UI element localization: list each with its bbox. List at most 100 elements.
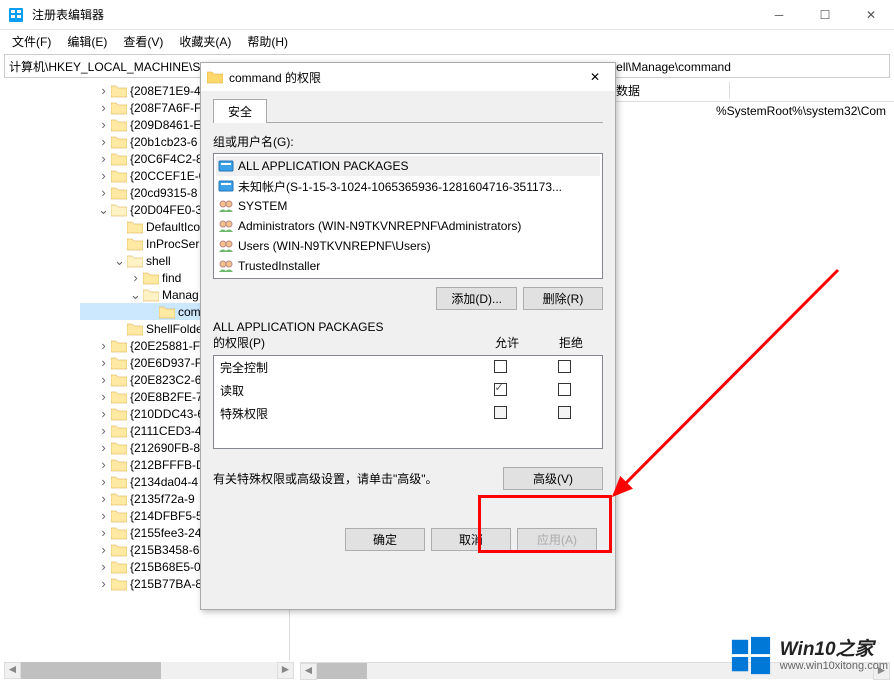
- user-list-item[interactable]: TrustedInstaller: [216, 256, 600, 276]
- close-button[interactable]: ✕: [848, 0, 894, 30]
- allow-checkbox[interactable]: [494, 360, 507, 373]
- tree-label: {20E6D937-F: [130, 356, 202, 370]
- menu-file[interactable]: 文件(F): [4, 31, 59, 52]
- expander-icon[interactable]: ›: [96, 373, 111, 386]
- tree-label: {20CCEF1E-0: [130, 169, 205, 183]
- tree-label: {20D04FE0-3: [130, 203, 202, 217]
- list-col-data[interactable]: 数据: [610, 82, 730, 99]
- menu-favorites[interactable]: 收藏夹(A): [171, 31, 239, 52]
- user-label: 未知帐户(S-1-15-3-1024-1065365936-1281604716…: [238, 178, 562, 195]
- advanced-button[interactable]: 高级(V): [503, 467, 603, 490]
- dialog-title: command 的权限: [229, 69, 575, 86]
- expander-icon[interactable]: ›: [96, 186, 111, 199]
- dialog-close-button[interactable]: ✕: [575, 63, 615, 91]
- tree-label: {208F7A6F-FE: [130, 101, 209, 115]
- expander-icon[interactable]: ›: [96, 356, 111, 369]
- tree-label: {212BFFFB-D: [130, 458, 205, 472]
- expander-icon[interactable]: ⌄: [96, 203, 111, 216]
- watermark: Win10之家 www.win10xitong.com: [730, 635, 888, 677]
- cancel-button[interactable]: 取消: [431, 528, 511, 551]
- permission-row: 读取: [214, 379, 602, 402]
- expander-icon[interactable]: ›: [96, 169, 111, 182]
- tree-label: DefaultIco: [146, 220, 200, 234]
- apply-button[interactable]: 应用(A): [517, 528, 597, 551]
- add-button[interactable]: 添加(D)...: [436, 287, 517, 310]
- expander-icon[interactable]: ›: [96, 492, 111, 505]
- tree-label: {20E25881-F: [130, 339, 200, 353]
- expander-icon[interactable]: ›: [96, 458, 111, 471]
- ok-button[interactable]: 确定: [345, 528, 425, 551]
- advanced-hint: 有关特殊权限或高级设置，请单击"高级"。: [213, 470, 503, 487]
- perm-label: 完全控制: [220, 359, 468, 376]
- user-list-item[interactable]: Administrators (WIN-N9TKVNREPNF\Administ…: [216, 216, 600, 236]
- tab-security[interactable]: 安全: [213, 99, 267, 123]
- expander-icon[interactable]: ›: [96, 560, 111, 573]
- watermark-url: www.win10xitong.com: [780, 660, 888, 672]
- remove-button[interactable]: 删除(R): [523, 287, 603, 310]
- expander-icon[interactable]: ›: [96, 509, 111, 522]
- user-list-item[interactable]: SYSTEM: [216, 196, 600, 216]
- deny-checkbox[interactable]: [558, 360, 571, 373]
- expander-icon[interactable]: ›: [96, 407, 111, 420]
- user-list-item[interactable]: Users (WIN-N9TKVNREPNF\Users): [216, 236, 600, 256]
- expander-icon[interactable]: ⌄: [128, 288, 143, 301]
- menu-view[interactable]: 查看(V): [115, 31, 171, 52]
- expander-icon[interactable]: ›: [96, 441, 111, 454]
- perm-label: 读取: [220, 382, 468, 399]
- user-label: ALL APPLICATION PACKAGES: [238, 159, 409, 173]
- expander-icon[interactable]: ›: [96, 339, 111, 352]
- expander-icon[interactable]: ›: [96, 526, 111, 539]
- tab-strip: 安全: [213, 99, 603, 123]
- folder-icon: [207, 70, 223, 84]
- watermark-brand: Win10之家: [780, 640, 888, 661]
- user-label: SYSTEM: [238, 199, 287, 213]
- expander-icon[interactable]: ›: [96, 475, 111, 488]
- deny-checkbox[interactable]: [558, 383, 571, 396]
- tree-label: {2134da04-4: [130, 475, 198, 489]
- perm-title-2: 的权限(P): [213, 334, 475, 351]
- menu-edit[interactable]: 编辑(E): [59, 31, 115, 52]
- expander-icon[interactable]: ⌄: [112, 254, 127, 267]
- allow-checkbox: [494, 406, 507, 419]
- expander-icon[interactable]: ›: [96, 135, 111, 148]
- permissions-dialog: command 的权限 ✕ 安全 组或用户名(G): ALL APPLICATI…: [200, 62, 616, 610]
- expander-icon[interactable]: ›: [96, 543, 111, 556]
- tree-label: {215B3458-6: [130, 543, 199, 557]
- user-list-item[interactable]: 未知帐户(S-1-15-3-1024-1065365936-1281604716…: [216, 176, 600, 196]
- permission-row: 特殊权限: [214, 402, 602, 425]
- tree-label: {2135f72a-9: [130, 492, 195, 506]
- perm-col-deny: 拒绝: [539, 320, 603, 351]
- tree-label: {2155fee3-24: [130, 526, 201, 540]
- user-label: Users (WIN-N9TKVNREPNF\Users): [238, 239, 431, 253]
- user-list-item[interactable]: ALL APPLICATION PACKAGES: [216, 156, 600, 176]
- tree-label: {20E8B2FE-7: [130, 390, 203, 404]
- menubar: 文件(F) 编辑(E) 查看(V) 收藏夹(A) 帮助(H): [0, 30, 894, 52]
- expander-icon[interactable]: ›: [96, 577, 111, 590]
- expander-icon[interactable]: ›: [96, 424, 111, 437]
- tree-label: {210DDC43-6: [130, 407, 204, 421]
- tree-label: com: [178, 305, 201, 319]
- expander-icon[interactable]: ›: [96, 390, 111, 403]
- tree-scrollbar[interactable]: ◄►: [4, 662, 294, 679]
- deny-checkbox: [558, 406, 571, 419]
- window-title: 注册表编辑器: [32, 6, 756, 23]
- tree-label: {212690FB-8: [130, 441, 200, 455]
- dialog-titlebar: command 的权限 ✕: [201, 63, 615, 91]
- expander-icon[interactable]: ›: [96, 152, 111, 165]
- group-users-label: 组或用户名(G):: [213, 133, 603, 150]
- tree-label: ShellFolde: [146, 322, 203, 336]
- expander-icon[interactable]: ›: [96, 101, 111, 114]
- expander-icon[interactable]: ›: [96, 84, 111, 97]
- tree-label: find: [162, 271, 181, 285]
- tree-label: {20b1cb23-6: [130, 135, 197, 149]
- user-list[interactable]: ALL APPLICATION PACKAGES 未知帐户(S-1-15-3-10…: [213, 153, 603, 279]
- minimize-button[interactable]: ─: [756, 0, 802, 30]
- expander-icon[interactable]: ›: [96, 118, 111, 131]
- tree-label: {20C6F4C2-8: [130, 152, 203, 166]
- menu-help[interactable]: 帮助(H): [239, 31, 296, 52]
- expander-icon[interactable]: ›: [128, 271, 143, 284]
- maximize-button[interactable]: ☐: [802, 0, 848, 30]
- tree-label: InProcSer: [146, 237, 199, 251]
- allow-checkbox[interactable]: [494, 383, 507, 396]
- user-label: TrustedInstaller: [238, 259, 320, 273]
